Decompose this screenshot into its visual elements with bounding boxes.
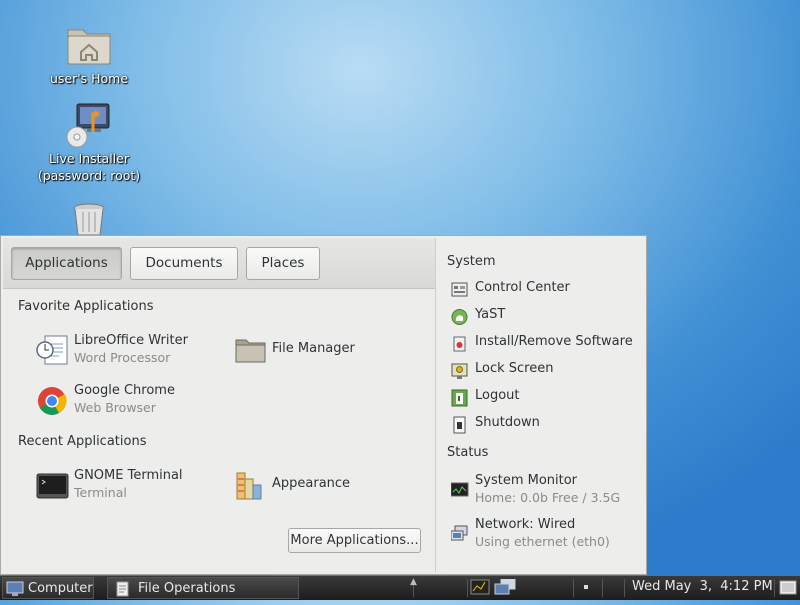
panel-separator [774,579,775,597]
app-libreoffice-writer[interactable]: LibreOffice Writer Word Processor [36,332,216,368]
panel-separator [573,579,574,597]
tab-places[interactable]: Places [246,247,320,280]
computer-menu-label: Computer [28,581,93,596]
app-name: LibreOffice Writer [74,333,188,348]
desktop-icon-home[interactable]: user's Home [29,22,149,87]
menu-tab-bar: Applications Documents Places [3,238,435,289]
status-item-label: System Monitor [475,473,578,488]
system-monitor-icon [450,481,469,499]
app-file-manager[interactable]: File Manager [234,332,384,368]
system-item-label: Control Center [475,280,570,295]
software-icon [451,335,469,353]
libreoffice-writer-icon [36,334,70,366]
control-center-icon [451,281,469,299]
file-manager-icon [234,334,268,366]
favorites-header: Favorite Applications [18,299,154,314]
shutdown-icon [451,416,469,434]
status-header: Status [447,445,489,460]
terminal-icon [36,469,70,501]
app-desc: Web Browser [74,400,156,415]
system-item-label: YaST [475,307,506,322]
app-appearance[interactable]: Appearance [234,467,384,503]
show-desktop-icon[interactable] [779,579,797,601]
panel-separator [602,579,603,597]
taskbar-window-file-operations[interactable]: File Operations [107,577,299,599]
installer-icon [65,102,113,148]
system-monitor-tray-icon[interactable] [470,579,490,601]
logout-icon [451,389,469,407]
more-applications-button[interactable]: More Applications... [288,528,421,553]
clock[interactable]: Wed May 3, 4:12 PM [632,579,773,594]
status-item-detail: Home: 0.0b Free / 3.5G [475,490,621,505]
lock-screen-icon [451,362,469,380]
chrome-icon [36,384,70,416]
app-name: File Manager [272,341,355,356]
desktop-icon-label-line1: Live Installer [49,151,129,166]
app-desc: Terminal [74,485,127,500]
bottom-panel: Computer File Operations ▲ Wed May 3, 4:… [0,576,800,600]
app-gnome-terminal[interactable]: GNOME Terminal Terminal [36,467,216,503]
status-item-detail: Using ethernet (eth0) [475,534,610,549]
system-item-label: Logout [475,388,520,403]
notification-indicator-icon[interactable] [584,585,588,589]
recent-header: Recent Applications [18,434,147,449]
desktop-icon-label: user's Home [49,71,129,86]
panel-separator [624,579,625,597]
menu-left-pane: Applications Documents Places Favorite A… [3,238,436,572]
home-folder-icon [65,22,113,68]
file-operations-icon [115,581,131,605]
system-item-label: Shutdown [475,415,540,430]
appearance-icon [234,469,268,501]
network-icon [450,525,469,543]
system-item-label: Lock Screen [475,361,554,376]
taskbar-window-label: File Operations [138,581,236,596]
app-desc: Word Processor [74,350,171,365]
tab-documents[interactable]: Documents [130,247,238,280]
app-name: Appearance [272,476,351,491]
system-item-label: Install/Remove Software [475,334,633,349]
app-name: Google Chrome [74,383,175,398]
desktop-icon-label-line2: (password: root) [37,168,141,183]
computer-icon [6,581,24,605]
yast-icon [451,308,469,326]
main-menu-panel: Applications Documents Places Favorite A… [0,235,647,575]
network-tray-icon[interactable] [494,578,516,601]
status-item-label: Network: Wired [475,517,576,532]
app-name: GNOME Terminal [74,468,183,483]
system-header: System [447,254,496,269]
desktop-icon-live-installer[interactable]: Live Installer (password: root) [29,102,149,184]
tab-applications[interactable]: Applications [11,247,122,280]
app-google-chrome[interactable]: Google Chrome Web Browser [36,382,216,418]
panel-arrow-icon: ▲ [410,577,417,587]
computer-menu-button[interactable]: Computer [2,577,94,599]
panel-separator [467,579,468,597]
